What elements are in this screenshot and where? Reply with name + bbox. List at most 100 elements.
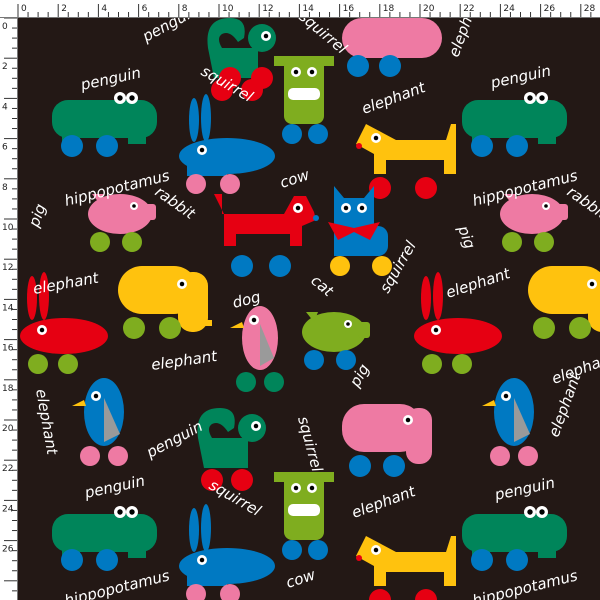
animal-label: elephant <box>445 18 485 59</box>
animal-label: penguin <box>143 417 206 462</box>
pupil <box>359 205 365 211</box>
pupil <box>346 322 350 326</box>
animal-label: pig <box>454 222 479 251</box>
pig <box>302 312 370 370</box>
ruler-label: 8 <box>2 183 8 193</box>
pattern-canvas: penguin penguin penguin penguin penguin pengu… <box>18 18 600 600</box>
fabric-preview: cm 0 2 4 6 8 10 12 14 16 18 20 22 24 26 28 0 2 4 6 8 10 12 14… <box>0 0 600 600</box>
wheel <box>251 67 273 89</box>
beak <box>230 322 244 328</box>
wheel <box>123 317 145 339</box>
muzzle <box>288 504 320 516</box>
pupil <box>199 147 205 153</box>
wheel <box>220 584 240 600</box>
pupil <box>539 95 545 101</box>
animal-label: cow <box>284 565 318 592</box>
wheel <box>264 372 284 392</box>
ruler-label: 16 <box>2 344 14 354</box>
animal-pattern: penguin penguin penguin penguin penguin pengu… <box>20 18 600 600</box>
animal-label: elephant <box>545 370 585 439</box>
wheel <box>415 177 437 199</box>
pupil <box>527 95 533 101</box>
pupil <box>251 317 257 323</box>
trunk-tip <box>200 320 212 326</box>
squirrel <box>197 408 266 491</box>
ruler-label: 20 <box>2 424 14 434</box>
wheel <box>415 589 437 600</box>
leg <box>538 132 556 144</box>
animal-label: penguin <box>139 18 202 46</box>
wheel <box>220 174 240 194</box>
muzzle <box>288 88 320 100</box>
body <box>197 408 248 468</box>
wheel <box>58 354 78 374</box>
wheel <box>304 350 324 370</box>
wheel <box>569 317 591 339</box>
body <box>20 318 108 354</box>
ruler-label: 6 <box>142 4 148 14</box>
wheel <box>108 446 128 466</box>
animal-label: hippopotamus <box>63 566 172 600</box>
wheel <box>80 446 100 466</box>
pupil <box>539 509 545 515</box>
ruler-label: 18 <box>2 384 14 394</box>
pupil <box>295 205 301 211</box>
ruler-label: 0 <box>21 4 27 14</box>
pupil <box>263 33 269 39</box>
wheel <box>308 124 328 144</box>
pupil <box>179 281 185 287</box>
wheel <box>379 55 401 77</box>
animal-label: elephant <box>41 18 81 19</box>
pupil <box>293 485 299 491</box>
dog <box>214 194 319 277</box>
wheel <box>61 135 83 157</box>
ear <box>189 98 199 142</box>
wheel <box>282 540 302 560</box>
wheel <box>471 135 493 157</box>
ruler-label: 14 <box>302 4 314 14</box>
wheel <box>96 549 118 571</box>
wheel <box>186 584 206 600</box>
pupil <box>373 547 379 553</box>
ruler-label: 10 <box>222 4 234 14</box>
animal-label: penguin <box>82 472 146 502</box>
wheel <box>28 354 48 374</box>
cow <box>274 472 334 560</box>
ear <box>433 272 443 320</box>
hippopotamus <box>462 92 567 157</box>
pupil <box>433 327 439 333</box>
snout <box>556 204 568 220</box>
pupil <box>527 509 533 515</box>
dog <box>356 536 456 600</box>
ruler-label: 20 <box>423 4 435 14</box>
ruler-label: 28 <box>584 4 596 14</box>
ruler-label: 10 <box>2 223 14 233</box>
wheel <box>90 232 110 252</box>
beak <box>72 400 86 406</box>
ruler-label: 18 <box>383 4 395 14</box>
animal-label: squirrel <box>294 414 326 474</box>
pupil <box>373 135 379 141</box>
ruler-label: 4 <box>2 102 8 112</box>
dog <box>356 124 456 199</box>
wheel <box>236 372 256 392</box>
cat <box>328 186 392 276</box>
wheel <box>122 232 142 252</box>
ruler-label: 8 <box>182 4 188 14</box>
ear <box>201 94 211 142</box>
wheel <box>533 317 555 339</box>
body <box>356 124 456 174</box>
wheel <box>518 446 538 466</box>
wheel <box>231 255 253 277</box>
body <box>414 318 502 354</box>
hippopotamus <box>52 92 157 157</box>
ruler-label: 24 <box>503 4 515 14</box>
ruler-label: 4 <box>101 4 107 14</box>
leg <box>538 546 556 558</box>
body <box>356 536 456 586</box>
pupil <box>544 204 548 208</box>
animal-label: penguin <box>488 62 552 92</box>
pupil <box>309 485 315 491</box>
rabbit <box>179 94 275 194</box>
pig <box>88 194 156 252</box>
